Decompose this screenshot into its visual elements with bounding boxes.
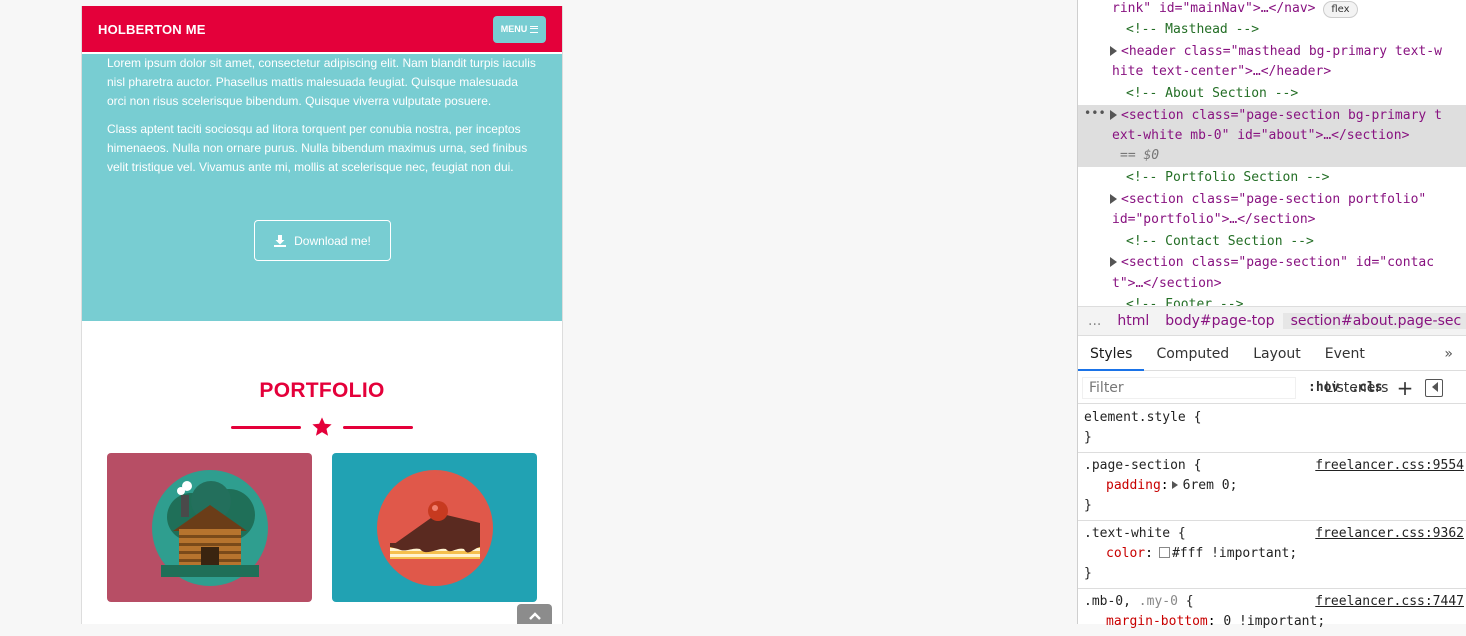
portfolio-item-cabin[interactable]: [107, 453, 312, 602]
about-paragraph: Class aptent taciti sociosqu ad litora t…: [107, 122, 528, 174]
divider-line: [343, 425, 413, 429]
dom-node-text: <section class="page-section bg-primary …: [1121, 108, 1442, 123]
expand-triangle-icon[interactable]: [1110, 110, 1117, 120]
dom-comment[interactable]: <!-- Footer -->: [1126, 295, 1243, 306]
property-name[interactable]: color: [1106, 546, 1145, 561]
tab-layout[interactable]: Layout: [1241, 337, 1313, 370]
rule-source-link[interactable]: freelancer.css:9362: [1315, 524, 1464, 544]
brand-link[interactable]: HOLBERTON ME: [98, 22, 206, 37]
tab-computed[interactable]: Computed: [1144, 337, 1241, 370]
node-actions-icon[interactable]: •••: [1084, 106, 1106, 120]
dom-node-text: <section class="page-section portfolio": [1121, 192, 1427, 207]
dom-comment[interactable]: <!-- Masthead -->: [1126, 20, 1259, 40]
cabin-image: [151, 469, 268, 586]
breadcrumb-more[interactable]: ...: [1078, 313, 1109, 329]
rule-property[interactable]: padding: 6rem 0;: [1084, 476, 1461, 496]
dom-node-about[interactable]: <section class="page-section bg-primary …: [1110, 106, 1442, 126]
about-paragraph: Lorem ipsum dolor sit amet, consectetur …: [107, 56, 536, 108]
dom-node-nav[interactable]: rink" id="mainNav">…</nav> flex: [1112, 0, 1358, 19]
hamburger-icon: [530, 25, 539, 33]
cake-image: [376, 469, 493, 586]
style-rules: element.style { } .page-section { freela…: [1078, 405, 1466, 636]
hov-toggle[interactable]: :hov: [1308, 380, 1339, 395]
styles-tabbar: Styles Computed Layout Event Listeners »: [1078, 337, 1466, 396]
dom-comment[interactable]: <!-- Contact Section -->: [1126, 232, 1314, 252]
rule-mb-0: .mb-0, .my-0 { freelancer.css:7447 margi…: [1078, 589, 1466, 636]
property-value[interactable]: 6rem 0;: [1183, 478, 1238, 493]
property-name[interactable]: padding: [1106, 478, 1161, 493]
color-swatch[interactable]: [1158, 547, 1170, 558]
rule-property[interactable]: color: #fff !important;: [1084, 544, 1461, 564]
download-button[interactable]: Download me!: [254, 220, 391, 261]
dom-comment[interactable]: <!-- About Section -->: [1126, 84, 1298, 104]
expand-shorthand-icon[interactable]: [1171, 481, 1178, 489]
portfolio-title: PORTFOLIO: [259, 379, 385, 402]
expand-triangle-icon[interactable]: [1110, 257, 1117, 267]
expand-triangle-icon[interactable]: [1110, 194, 1117, 204]
rule-close-brace: }: [1084, 498, 1092, 513]
property-name[interactable]: margin-bottom: [1106, 614, 1208, 629]
tab-styles[interactable]: Styles: [1078, 337, 1145, 371]
dom-node-header[interactable]: <header class="masthead bg-primary text-…: [1110, 42, 1442, 62]
property-value[interactable]: #fff !important;: [1172, 546, 1297, 561]
rule-property[interactable]: margin-bottom: 0 !important;: [1084, 612, 1461, 632]
rule-text-white: .text-white { freelancer.css:9362 color:…: [1078, 521, 1466, 589]
add-rule-icon[interactable]: +: [1397, 376, 1414, 400]
rule-close-brace: }: [1084, 566, 1092, 581]
chevron-up-icon: [528, 612, 541, 620]
star-icon: [312, 417, 332, 436]
flex-badge[interactable]: flex: [1323, 1, 1358, 18]
selected-node-marker: == $0: [1120, 148, 1160, 163]
dom-node-text[interactable]: id="portfolio">…</section>: [1112, 210, 1316, 230]
download-label: Download me!: [294, 233, 371, 248]
rule-page-section: .page-section { freelancer.css:9554 padd…: [1078, 453, 1466, 521]
dom-node-portfolio[interactable]: <section class="page-section portfolio": [1110, 190, 1427, 210]
dom-node-text: <section class="page-section" id="contac: [1121, 255, 1435, 270]
dom-node-text: <header class="masthead bg-primary text-…: [1121, 44, 1442, 59]
elements-tree: ••• rink" id="mainNav">…</nav> flex <!--…: [1078, 0, 1466, 306]
breadcrumb-item[interactable]: html: [1109, 313, 1157, 329]
devtools-panel: ••• rink" id="mainNav">…</nav> flex <!--…: [1077, 0, 1466, 629]
navbar: HOLBERTON ME MENU: [82, 6, 562, 52]
selector-part: .mb-0,: [1084, 594, 1131, 609]
tab-event-listeners[interactable]: Event Listeners: [1313, 337, 1431, 396]
cls-toggle[interactable]: .cls: [1351, 380, 1382, 395]
styles-toolbar: Filter :hov .cls +: [1078, 372, 1466, 404]
rule-element-style: element.style { }: [1078, 405, 1466, 453]
dom-node-contact[interactable]: <section class="page-section" id="contac: [1110, 253, 1435, 273]
selector-part-inactive: .my-0: [1138, 594, 1178, 609]
device-preview: HOLBERTON ME MENU Lorem ipsum dolor sit …: [81, 6, 563, 624]
menu-button-label: MENU: [500, 24, 528, 34]
dom-node-text: rink" id="mainNav">…</nav>: [1112, 1, 1316, 16]
rule-source-link[interactable]: freelancer.css:7447: [1315, 592, 1464, 612]
about-section: Lorem ipsum dolor sit amet, consectetur …: [82, 54, 562, 321]
menu-button[interactable]: MENU: [493, 15, 546, 43]
scroll-to-top-button[interactable]: [517, 604, 552, 624]
expand-triangle-icon[interactable]: [1110, 46, 1117, 56]
portfolio-section: PORTFOLIO: [82, 321, 562, 624]
rule-close-brace: }: [1084, 430, 1092, 445]
property-value[interactable]: 0 !important;: [1223, 614, 1325, 629]
dom-comment[interactable]: <!-- Portfolio Section -->: [1126, 168, 1330, 188]
dom-node-text[interactable]: ext-white mb-0" id="about">…</section>: [1112, 126, 1409, 146]
divider-line: [231, 425, 301, 429]
selector-brace: {: [1185, 594, 1194, 609]
browser-viewport: HOLBERTON ME MENU Lorem ipsum dolor sit …: [0, 0, 1466, 629]
more-tabs-icon[interactable]: »: [1430, 337, 1466, 370]
toggle-sidebar-icon[interactable]: [1425, 378, 1444, 397]
breadcrumb-item[interactable]: body#page-top: [1157, 313, 1282, 329]
rule-source-link[interactable]: freelancer.css:9554: [1315, 456, 1464, 476]
portfolio-item-cake[interactable]: [332, 453, 537, 602]
rule-selector[interactable]: element.style {: [1084, 408, 1461, 428]
dom-node-text[interactable]: hite text-center">…</header>: [1112, 62, 1331, 82]
breadcrumb-item-active[interactable]: section#about.page-sec: [1282, 313, 1466, 329]
filter-input[interactable]: Filter: [1082, 376, 1296, 399]
star-divider: [82, 416, 562, 438]
download-icon: [274, 234, 287, 247]
dom-node-text[interactable]: t">…</section>: [1112, 274, 1222, 294]
breadcrumb: ... html body#page-top section#about.pag…: [1078, 306, 1466, 336]
